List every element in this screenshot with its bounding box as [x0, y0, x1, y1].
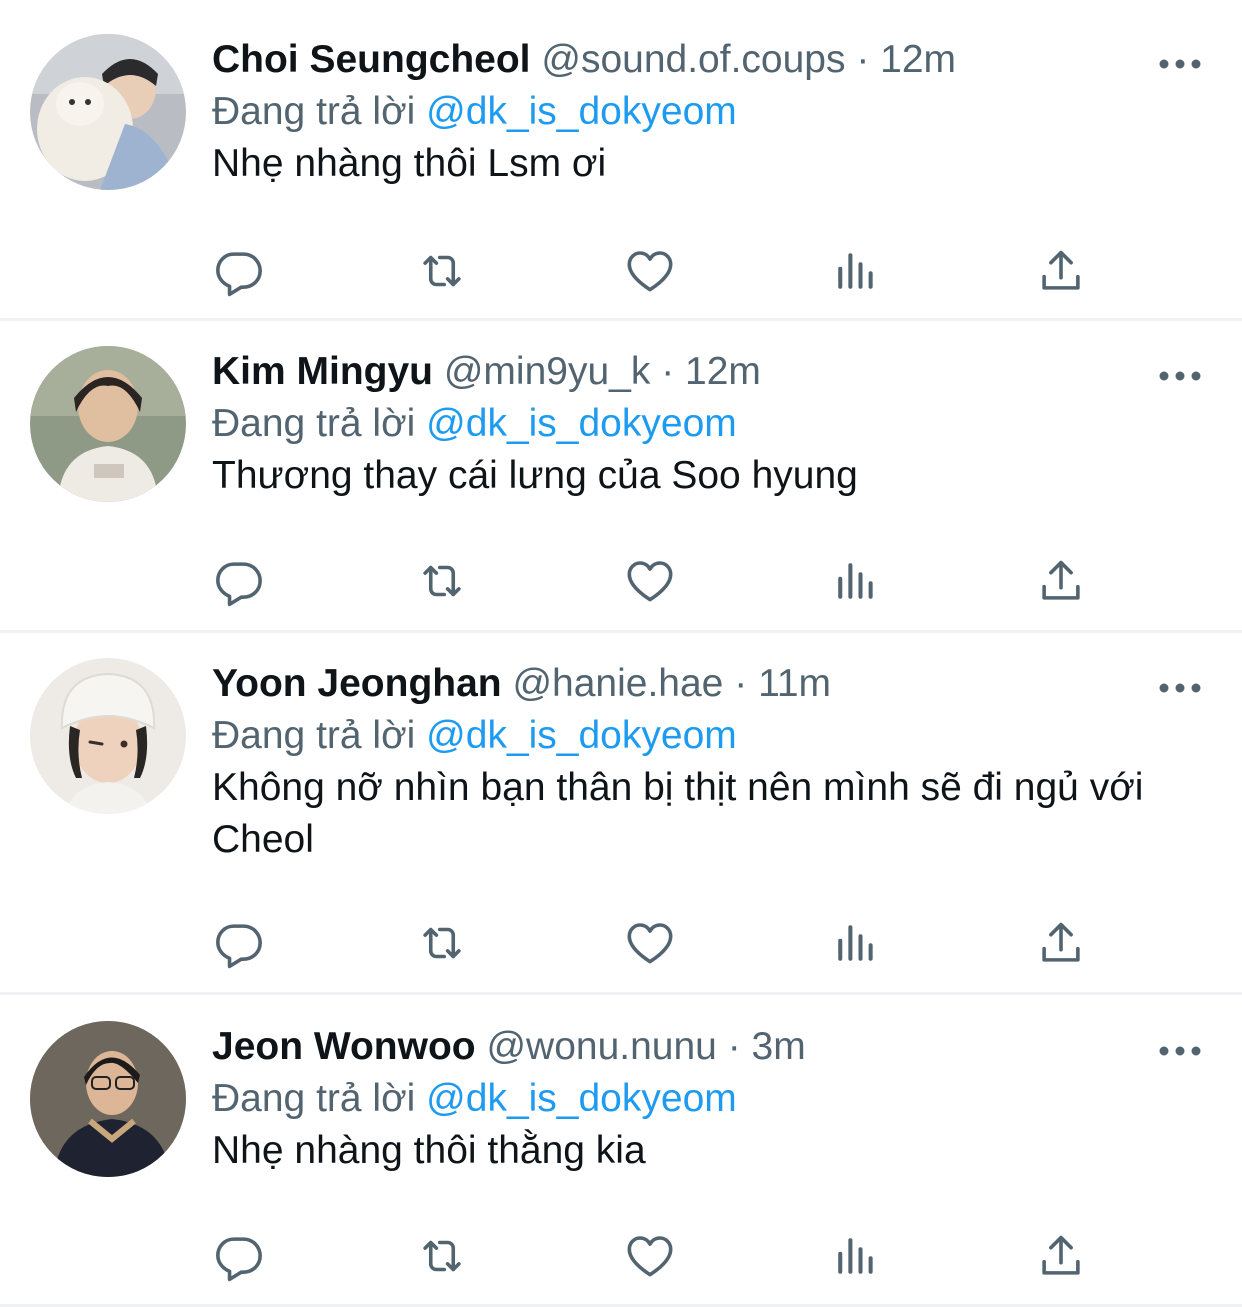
- heart-icon[interactable]: [623, 244, 677, 298]
- tweet-text: Nhẹ nhàng thôi Lsm ơi: [212, 142, 607, 185]
- more-icon[interactable]: [1158, 680, 1202, 696]
- share-icon[interactable]: [1034, 916, 1088, 970]
- share-icon[interactable]: [1034, 244, 1088, 298]
- separator-dot: ·: [734, 662, 748, 705]
- tweet-text: Thương thay cái lưng của Soo hyung: [212, 454, 858, 497]
- mention-link[interactable]: @dk_is_dokyeom: [426, 714, 737, 757]
- replying-to: Đang trả lời @dk_is_dokyeom: [212, 1073, 737, 1125]
- separator-dot: ·: [661, 350, 675, 393]
- mention-link[interactable]: @dk_is_dokyeom: [426, 1077, 737, 1120]
- replying-to-label: Đang trả lời: [212, 90, 416, 133]
- replying-to-label: Đang trả lời: [212, 714, 416, 757]
- analytics-icon[interactable]: [829, 916, 883, 970]
- separator-dot: ·: [727, 1025, 741, 1068]
- avatar[interactable]: [30, 1021, 186, 1177]
- replying-to-label: Đang trả lời: [212, 402, 416, 445]
- display-name[interactable]: Yoon Jeonghan: [212, 662, 502, 705]
- more-icon[interactable]: [1158, 56, 1202, 72]
- replying-to-label: Đang trả lời: [212, 1077, 416, 1120]
- handle[interactable]: @sound.of.coups: [541, 38, 845, 81]
- tweet-actions: [212, 916, 1112, 976]
- tweet-text: Nhẹ nhàng thôi thằng kia: [212, 1129, 646, 1172]
- tweet-header: Jeon Wonwoo @wonu.nunu · 3m: [212, 1021, 806, 1073]
- separator-dot: ·: [856, 38, 870, 81]
- avatar[interactable]: [30, 658, 186, 814]
- mention-link[interactable]: @dk_is_dokyeom: [426, 90, 737, 133]
- heart-icon[interactable]: [623, 554, 677, 608]
- analytics-icon[interactable]: [829, 1229, 883, 1283]
- analytics-icon[interactable]: [829, 554, 883, 608]
- tweet-header: Kim Mingyu @min9yu_k · 12m: [212, 346, 761, 398]
- tweet-actions: [212, 1229, 1112, 1289]
- reply-icon[interactable]: [212, 916, 266, 970]
- tweet[interactable]: Jeon Wonwoo @wonu.nunu · 3m Đang trả lời…: [0, 1021, 1242, 1305]
- tweet-separator: [0, 992, 1242, 995]
- reply-icon[interactable]: [212, 244, 266, 298]
- heart-icon[interactable]: [623, 1229, 677, 1283]
- more-icon[interactable]: [1158, 1043, 1202, 1059]
- display-name[interactable]: Jeon Wonwoo: [212, 1025, 476, 1068]
- retweet-icon[interactable]: [415, 554, 469, 608]
- mention-link[interactable]: @dk_is_dokyeom: [426, 402, 737, 445]
- timestamp[interactable]: 12m: [685, 350, 761, 393]
- display-name[interactable]: Choi Seungcheol: [212, 38, 531, 81]
- timestamp[interactable]: 3m: [752, 1025, 806, 1068]
- tweet-header: Yoon Jeonghan @hanie.hae · 11m: [212, 658, 831, 710]
- tweet[interactable]: Yoon Jeonghan @hanie.hae · 11m Đang trả …: [0, 658, 1242, 992]
- heart-icon[interactable]: [623, 916, 677, 970]
- display-name[interactable]: Kim Mingyu: [212, 350, 433, 393]
- timestamp[interactable]: 11m: [758, 662, 831, 705]
- handle[interactable]: @min9yu_k: [444, 350, 651, 393]
- tweet-actions: [212, 554, 1112, 614]
- retweet-icon[interactable]: [415, 916, 469, 970]
- reply-feed: Choi Seungcheol @sound.of.coups · 12m Đa…: [0, 0, 1242, 1307]
- tweet-separator: [0, 318, 1242, 321]
- share-icon[interactable]: [1034, 1229, 1088, 1283]
- timestamp[interactable]: 12m: [880, 38, 956, 81]
- tweet[interactable]: Kim Mingyu @min9yu_k · 12m Đang trả lời …: [0, 346, 1242, 630]
- reply-icon[interactable]: [212, 554, 266, 608]
- share-icon[interactable]: [1034, 554, 1088, 608]
- more-icon[interactable]: [1158, 368, 1202, 384]
- avatar[interactable]: [30, 346, 186, 502]
- tweet-separator: [0, 630, 1242, 633]
- tweet-text: Không nỡ nhìn bạn thân bị thịt nên mình …: [212, 766, 1144, 861]
- avatar[interactable]: [30, 34, 186, 190]
- replying-to: Đang trả lời @dk_is_dokyeom: [212, 86, 737, 138]
- retweet-icon[interactable]: [415, 1229, 469, 1283]
- tweet-actions: [212, 244, 1112, 304]
- tweet[interactable]: Choi Seungcheol @sound.of.coups · 12m Đa…: [0, 34, 1242, 318]
- handle[interactable]: @wonu.nunu: [486, 1025, 716, 1068]
- analytics-icon[interactable]: [829, 244, 883, 298]
- replying-to: Đang trả lời @dk_is_dokyeom: [212, 710, 737, 762]
- tweet-header: Choi Seungcheol @sound.of.coups · 12m: [212, 34, 956, 86]
- reply-icon[interactable]: [212, 1229, 266, 1283]
- replying-to: Đang trả lời @dk_is_dokyeom: [212, 398, 737, 450]
- retweet-icon[interactable]: [415, 244, 469, 298]
- handle[interactable]: @hanie.hae: [512, 662, 723, 705]
